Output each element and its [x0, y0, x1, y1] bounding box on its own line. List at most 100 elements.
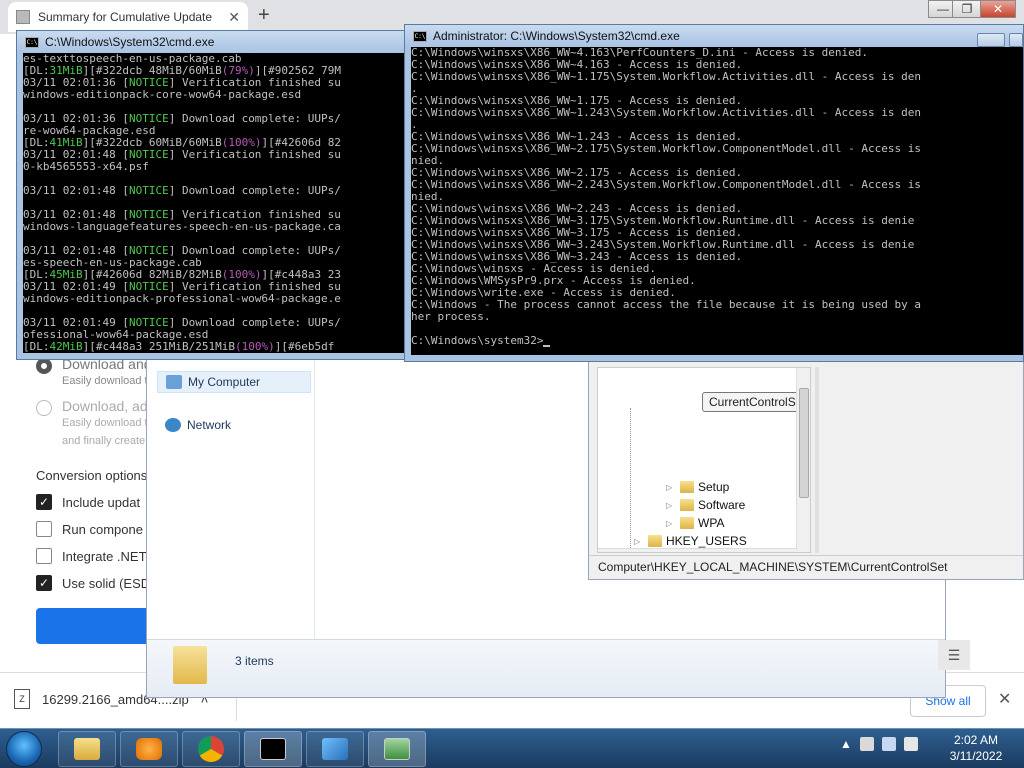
start-button-icon[interactable] [6, 731, 42, 767]
document-favicon-icon [16, 10, 30, 24]
expand-arrow-icon[interactable]: ▷ [666, 501, 676, 510]
nav-item-label: Network [187, 418, 232, 432]
folder-icon [680, 481, 694, 493]
monitor-icon [384, 738, 410, 760]
cmd-window-downloader[interactable]: C:\ C:\Windows\System32\cmd.exe es-textt… [16, 30, 416, 360]
console-line: 03/11 02:01:48 [NOTICE] Download complet… [23, 184, 341, 197]
option-title: Download, ad [62, 398, 148, 414]
console-line: [DL:42MiB][#c448a3 251MiB/251MiB(100%)][… [23, 340, 335, 353]
tree-node-label: HKEY_USERS [666, 534, 747, 548]
registry-editor-window: ▷ Setup ▷ Software ▷ WPA ▷ HKEY_USERS Cu… [588, 354, 1024, 580]
menu-icon[interactable]: ☰ [938, 640, 970, 670]
tree-node-label: WPA [698, 516, 725, 530]
expand-arrow-icon[interactable]: ▷ [666, 483, 676, 492]
console-output[interactable]: C:\Windows\winsxs\X86_WW~4.163\PerfCount… [411, 47, 1023, 355]
browser-tab[interactable]: Summary for Cumulative Update ✕ [8, 2, 248, 32]
console-line: 0-kb4565553-x64.psf [23, 160, 149, 173]
nav-item-network[interactable]: Network [157, 414, 239, 436]
radio-unselected[interactable] [36, 400, 52, 416]
tooltip: CurrentControlSet [702, 392, 810, 412]
computer-icon [166, 375, 182, 389]
taskbar-regedit[interactable] [306, 731, 364, 767]
items-count: 3 items [235, 654, 274, 668]
console-line: windows-languagefeatures-speech-en-us-pa… [23, 220, 341, 233]
checkbox-row[interactable]: Integrate .NET [36, 548, 147, 564]
taskbar-media-player[interactable] [120, 731, 178, 767]
radio-selected[interactable] [36, 358, 52, 374]
tree-guide [630, 408, 631, 552]
text-cursor [543, 345, 551, 347]
scroll-thumb[interactable] [614, 552, 784, 553]
close-download-shelf-icon[interactable]: ✕ [998, 689, 1011, 709]
volume-icon[interactable] [903, 737, 918, 751]
option-desc: Easily download t [62, 375, 148, 387]
taskbar-explorer[interactable] [58, 731, 116, 767]
close-tab-icon[interactable]: ✕ [228, 9, 240, 26]
expand-arrow-icon[interactable]: ▷ [666, 519, 676, 528]
checkbox-checked[interactable]: ✓ [36, 575, 52, 591]
vertical-scrollbar[interactable] [796, 368, 810, 552]
console-icon [260, 738, 286, 760]
system-tray: ▲ [840, 737, 918, 751]
conversion-options-heading: Conversion options [36, 468, 148, 483]
folder-icon [680, 499, 694, 511]
tree-node-label: Software [698, 498, 746, 512]
cmd-titlebar[interactable]: C:\ C:\Windows\System32\cmd.exe [17, 31, 415, 53]
console-output[interactable]: es-texttospeech-en-us-package.cab [DL:31M… [23, 53, 409, 353]
browser-maximize-button[interactable]: ❐ [952, 0, 982, 18]
checkbox-row[interactable]: ✓ Use solid (ESD [36, 575, 150, 591]
expand-arrow-icon[interactable]: ▷ [634, 537, 644, 546]
tree-node-hkey-users[interactable]: ▷ HKEY_USERS [634, 534, 747, 548]
clock-date: 3/11/2022 [949, 749, 1003, 763]
new-tab-button[interactable]: + [258, 4, 270, 27]
cmd-window-admin[interactable]: C:\ Administrator: C:\Windows\System32\c… [404, 24, 1024, 362]
details-pane: 3 items [147, 639, 945, 697]
nav-item-label: My Computer [188, 375, 261, 389]
checkbox-checked[interactable]: ✓ [36, 494, 52, 510]
checkbox-unchecked[interactable] [36, 521, 52, 537]
option-desc: Easily download t [62, 417, 148, 429]
console-line: windows-editionpack-core-wow64-package.e… [23, 88, 302, 101]
folder-icon [680, 517, 694, 529]
console-icon: C:\ [413, 30, 427, 42]
network-icon[interactable] [881, 737, 896, 751]
checkbox-row[interactable]: ✓ Include updat [36, 494, 140, 510]
cmd-minimize-button[interactable] [977, 33, 1005, 47]
console-text: C:\Windows\winsxs\X86_WW~4.163\PerfCount… [411, 47, 1023, 347]
cmd-title: Administrator: C:\Windows\System32\cmd.e… [433, 29, 680, 43]
console-text: es-texttospeech-en-us-package.cab [DL:31M… [23, 53, 409, 353]
checkbox-unchecked[interactable] [36, 548, 52, 564]
action-center-flag-icon[interactable] [859, 737, 874, 751]
download-option-1[interactable]: Download and Easily download t [36, 356, 152, 390]
cmd-titlebar[interactable]: C:\ Administrator: C:\Windows\System32\c… [405, 25, 1023, 47]
browser-close-button[interactable]: ✕ [980, 0, 1016, 18]
checkbox-row[interactable]: Run compone [36, 521, 143, 537]
cmd-maximize-button[interactable] [1009, 33, 1023, 47]
navigation-pane: My Computer Network [147, 343, 315, 639]
show-hidden-icons-arrow-icon[interactable]: ▲ [840, 737, 852, 751]
nav-item-my-computer[interactable]: My Computer [157, 371, 311, 393]
clock[interactable]: 2:02 AM 3/11/2022 [934, 732, 1018, 764]
console-line: C:\Windows\winsxs\X86_WW~1.243\System.Wo… [411, 106, 921, 119]
pane-splitter[interactable] [815, 367, 819, 553]
tree-node-label: Setup [698, 480, 730, 494]
tree-node-wpa[interactable]: ▷ WPA [666, 516, 724, 530]
console-icon: C:\ [25, 36, 39, 48]
console-line: C:\Windows\winsxs\X86_WW~2.243\System.Wo… [411, 178, 921, 191]
taskbar-system-monitor[interactable] [368, 731, 426, 767]
checkbox-label: Integrate .NET [62, 548, 147, 564]
tree-node-setup[interactable]: ▷ Setup [666, 480, 729, 494]
start-conversion-button[interactable] [36, 608, 156, 644]
tree-node-software[interactable]: ▷ Software [666, 498, 745, 512]
folder-icon [648, 535, 662, 547]
taskbar-chrome[interactable] [182, 731, 240, 767]
zip-file-icon: Z [14, 689, 30, 709]
download-option-2[interactable]: Download, ad Easily download t and final… [36, 398, 148, 450]
horizontal-scrollbar[interactable] [598, 548, 798, 553]
scroll-thumb[interactable] [799, 388, 809, 498]
console-line: windows-editionpack-professional-wow64-p… [23, 292, 341, 305]
media-player-icon [136, 738, 162, 760]
console-line: C:\Windows\system32> [411, 335, 1023, 347]
taskbar-cmd[interactable] [244, 731, 302, 767]
checkbox-label: Use solid (ESD [62, 575, 151, 591]
